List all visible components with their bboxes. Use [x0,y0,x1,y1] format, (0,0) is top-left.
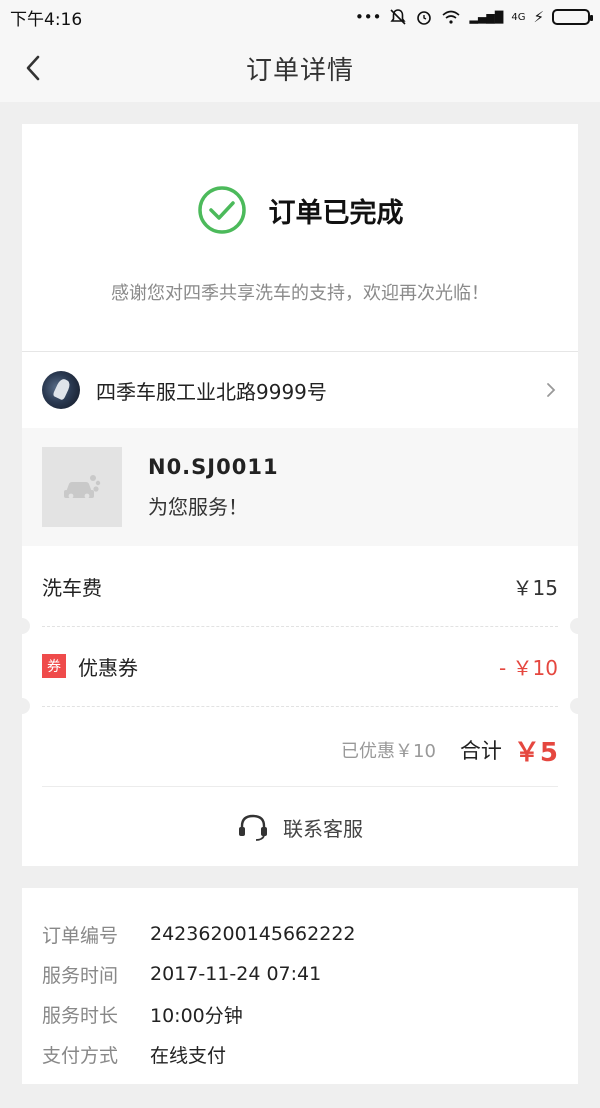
contact-support-label: 联系客服 [283,816,363,841]
order-info-value: 10:00分钟 [150,1004,243,1027]
store-row[interactable]: 四季车服工业北路9999号 [22,352,578,428]
order-info-row: 支付方式 在线支付 [42,1034,558,1074]
headset-icon [239,814,267,841]
battery-icon [552,9,593,25]
wash-fee-amount: ￥15 [512,575,558,600]
order-card: 订单已完成 感谢您对四季共享洗车的支持，欢迎再次光临！ 四季车服工业北路9999… [14,124,586,866]
contact-support-button[interactable]: 联系客服 [22,804,578,850]
car-wash-icon [64,475,101,499]
page-title: 订单详情 [245,55,354,86]
thanks-message: 感谢您对四季共享洗车的支持，欢迎再次光临！ [111,283,489,304]
order-info-value: 2017-11-24 07:41 [150,963,322,985]
total-amount: ￥5 [513,737,558,768]
order-info-key: 订单编号 [42,924,119,947]
order-info-row: 服务时间 2017-11-24 07:41 [42,954,558,994]
order-info-card: 订单编号 24236200145662222 服务时间 2017-11-24 0… [22,888,578,1084]
alarm-icon [417,11,432,25]
back-arrow-icon [26,55,40,81]
order-status: 订单已完成 [22,184,578,236]
coupon-label: 优惠券 [78,655,138,680]
coupon-amount: - ￥10 [498,655,558,680]
dashed-divider [42,626,558,627]
ticket-notch-right [570,698,586,714]
order-info-row: 订单编号 24236200145662222 [42,914,558,954]
wash-fee-row: 洗车费 ￥15 [42,566,558,606]
status-icons: ••• ▂▄▆█ 4G ⚡ [354,8,593,26]
service-thumbnail [42,447,122,527]
service-description: 为您服务！ [148,494,248,519]
signal-icon: ▂▄▆█ [469,10,504,24]
store-avatar [42,371,80,409]
coupon-badge: 券 [42,654,66,678]
service-number: N0.SJ0011 [148,454,279,479]
ticket-notch-left [14,618,30,634]
coupon-left: 券 优惠券 [42,652,138,681]
store-name: 四季车服工业北路9999号 [96,379,327,404]
order-info-key: 支付方式 [42,1044,119,1067]
ticket-notch-right [570,618,586,634]
charging-icon: ⚡ [533,8,544,26]
status-time: 下午4:16 [10,9,83,30]
mute-bell-icon [390,9,407,25]
chevron-right-icon [547,383,556,397]
total-label: 合计 [459,739,502,763]
service-text: N0.SJ0011 为您服务！ [148,455,279,520]
order-status-title: 订单已完成 [268,197,404,229]
wifi-icon [442,10,461,24]
dashed-divider [42,706,558,707]
order-info-value: 24236200145662222 [150,923,356,945]
more-dots-icon: ••• [354,8,382,26]
order-info-value: 在线支付 [150,1044,227,1067]
wash-fee-label: 洗车费 [42,575,102,600]
network-type: 4G [511,11,526,23]
status-bar: 下午4:16 ••• ▂▄▆█ 4G ⚡ [0,0,600,34]
order-info-row: 服务时长 10:00分钟 [42,994,558,1034]
service-info: N0.SJ0011 为您服务！ [22,428,578,546]
nav-bar: 订单详情 [0,34,600,102]
order-info-key: 服务时长 [42,1004,119,1027]
saved-amount: 已优惠￥10 [341,741,436,762]
check-circle-icon [197,186,246,234]
back-button[interactable] [18,52,48,84]
divider [42,786,558,787]
total-row: 已优惠￥10 合计 ￥5 [42,728,558,772]
order-info-key: 服务时间 [42,964,119,987]
ticket-notch-left [14,698,30,714]
coupon-row: 券 优惠券 - ￥10 [42,646,558,686]
